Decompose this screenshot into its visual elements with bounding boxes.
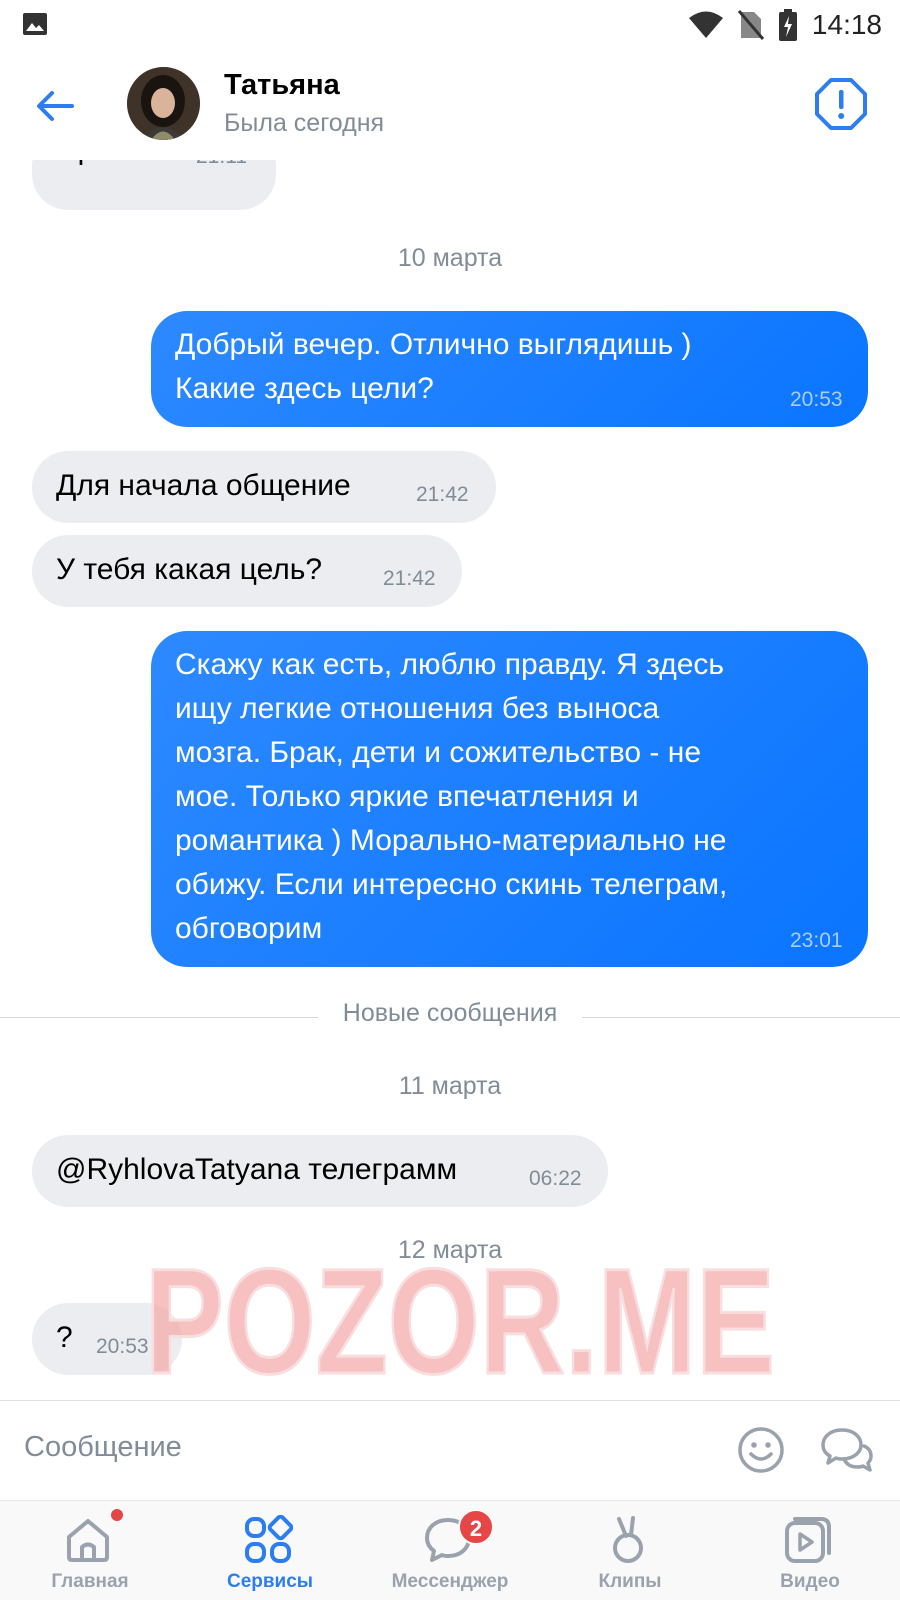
message-time: 21:11 [196, 160, 247, 169]
message-text: Для начала общение [56, 469, 351, 502]
watermark-text: POZOR.ME [145, 1248, 775, 1398]
emoji-icon[interactable] [736, 1425, 786, 1475]
battery-icon [778, 9, 797, 41]
message-text: Привет [56, 160, 156, 172]
message-incoming[interactable]: У тебя какая цель? 21:42 [32, 535, 462, 607]
new-messages-label: Новые сообщения [320, 999, 580, 1027]
message-time: 21:42 [416, 483, 469, 506]
video-icon [785, 1517, 831, 1563]
unread-badge: 2 [458, 1509, 494, 1545]
message-time: 23:01 [790, 929, 843, 952]
avatar[interactable] [127, 67, 200, 140]
report-icon[interactable] [814, 77, 868, 131]
new-messages-divider: Новые сообщения [0, 999, 900, 1028]
tab-clips[interactable]: Клипы [540, 1501, 720, 1600]
message-incoming[interactable]: Для начала общение 21:42 [32, 451, 496, 523]
status-bar: 14:18 [0, 0, 900, 50]
message-composer: Сообщение [0, 1400, 900, 1500]
tab-label: Сервисы [226, 1571, 314, 1592]
message-time: 20:53 [790, 388, 843, 411]
message-outgoing[interactable]: Добрый вечер. Отлично выглядишь ) Какие … [151, 311, 868, 427]
message-text-line: ищу легкие отношения без выноса [175, 692, 660, 725]
clips-icon [613, 1516, 643, 1563]
tab-label: Видео [780, 1571, 840, 1592]
no-sim-icon [737, 10, 764, 40]
tab-label: Клипы [598, 1571, 662, 1592]
tab-label: Мессенджер [391, 1571, 509, 1592]
tab-messenger[interactable]: Мессенджер [360, 1501, 540, 1600]
services-icon [245, 1515, 293, 1563]
chat-header: Татьяна Была сегодня [0, 50, 900, 160]
message-text: @RyhlovaTatyana телеграмм [56, 1153, 458, 1186]
message-time: 06:22 [529, 1167, 582, 1190]
tab-home[interactable]: Главная [0, 1501, 180, 1600]
message-input[interactable]: Сообщение [24, 1431, 182, 1464]
wifi-icon [688, 11, 723, 38]
message-text: У тебя какая цель? [56, 553, 323, 586]
tab-video[interactable]: Видео [720, 1501, 900, 1600]
message-incoming[interactable]: @RyhlovaTatyana телеграмм 06:22 [32, 1135, 608, 1207]
message-list[interactable]: Привет 21:11 10 марта Добрый вечер. Отли… [0, 160, 900, 1400]
back-arrow-icon[interactable] [30, 80, 82, 132]
message-text-line: обижу. Если интересно скинь телеграм, [175, 868, 728, 901]
home-icon [67, 1519, 109, 1562]
notification-dot [111, 1509, 123, 1521]
message-text-line: Какие здесь цели? [175, 372, 434, 405]
message-text: ? [56, 1321, 73, 1354]
tab-label: Главная [51, 1571, 129, 1592]
watermark-logo: POZOR.ME [144, 1248, 777, 1398]
chat-bubbles-icon[interactable] [820, 1425, 874, 1475]
gallery-notification-icon [23, 13, 47, 35]
bottom-tab-bar: Главная Сервисы Мессенджер 2 Клипы Видео [0, 1500, 900, 1600]
date-separator: 11 марта [398, 1072, 502, 1100]
tab-services[interactable]: Сервисы [180, 1501, 360, 1600]
message-text-line: Добрый вечер. Отлично выглядишь ) [175, 328, 692, 361]
message-time: 21:42 [383, 567, 436, 590]
contact-name[interactable]: Татьяна [224, 69, 340, 102]
message-incoming[interactable]: Привет 21:11 [32, 160, 276, 210]
contact-status: Была сегодня [224, 109, 385, 137]
date-separator: 10 марта [397, 244, 503, 272]
clock: 14:18 [811, 9, 882, 40]
message-text-line: мозга. Брак, дети и сожительство - не [175, 736, 702, 769]
message-text-line: обговорим [175, 912, 323, 945]
message-text-line: мое. Только яркие впечатления и [175, 780, 639, 813]
message-outgoing[interactable]: Скажу как есть, люблю правду. Я здесь ищ… [151, 631, 868, 967]
message-text-line: Скажу как есть, люблю правду. Я здесь [175, 648, 725, 681]
message-text-line: романтика ) Морально-материально не [175, 824, 727, 857]
